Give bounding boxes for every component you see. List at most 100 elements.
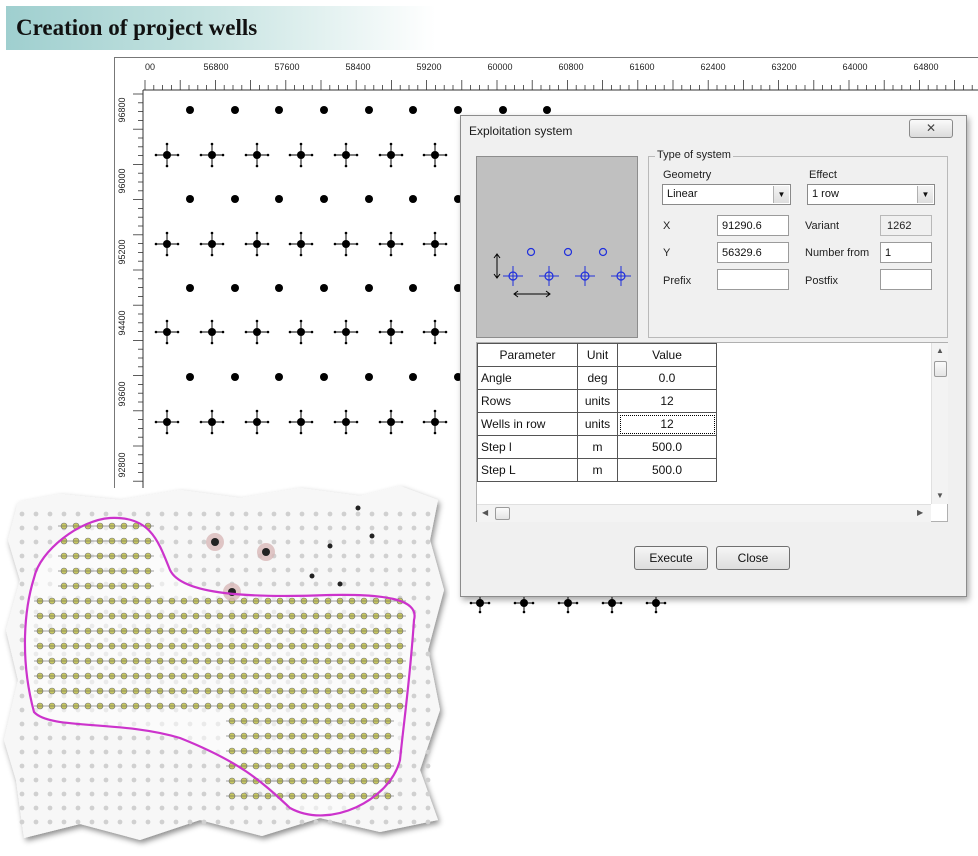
left-ruler-label: 94400 xyxy=(117,310,127,335)
injection-well[interactable] xyxy=(409,284,417,292)
injection-well[interactable] xyxy=(320,373,328,381)
postfix-label: Postfix xyxy=(805,275,839,287)
injection-well[interactable] xyxy=(231,373,239,381)
geometry-select[interactable]: Linear ▼ xyxy=(662,184,791,205)
param-value-cell-focused[interactable]: 12 xyxy=(617,412,717,436)
execute-button[interactable]: Execute xyxy=(634,546,708,570)
top-ruler-label: 60800 xyxy=(558,62,583,72)
x-field[interactable]: 91290.6 xyxy=(717,215,789,236)
production-well-icons xyxy=(503,266,631,286)
type-of-system-group: Type of system Geometry Linear ▼ Effect … xyxy=(648,149,948,338)
scroll-up-icon[interactable]: ▲ xyxy=(936,346,944,355)
column-header-unit: Unit xyxy=(577,343,618,367)
system-preview xyxy=(476,156,638,338)
y-field[interactable]: 56329.6 xyxy=(717,242,789,263)
number-from-field[interactable]: 1 xyxy=(880,242,932,263)
injection-well-icons xyxy=(526,247,608,257)
vertical-scroll-thumb[interactable] xyxy=(934,361,947,377)
vertical-scrollbar[interactable]: ▲ ▼ xyxy=(931,343,948,504)
exploitation-system-dialog: Exploitation system ✕ Type of system Geo… xyxy=(460,115,967,597)
left-ruler-label: 95200 xyxy=(117,239,127,264)
chevron-down-icon[interactable]: ▼ xyxy=(917,186,933,203)
top-ruler-label: 00 xyxy=(145,62,155,72)
production-well xyxy=(154,142,180,168)
param-value-cell[interactable]: 500.0 xyxy=(617,435,717,459)
injection-well[interactable] xyxy=(365,284,373,292)
injection-well[interactable] xyxy=(320,106,328,114)
injection-well[interactable] xyxy=(186,373,194,381)
injection-well[interactable] xyxy=(365,106,373,114)
x-label: X xyxy=(663,220,671,232)
injection-well[interactable] xyxy=(275,106,283,114)
scroll-left-icon[interactable]: ◀ xyxy=(482,508,488,517)
injection-well[interactable] xyxy=(454,106,462,114)
production-well xyxy=(244,142,270,168)
param-value-cell[interactable]: 0.0 xyxy=(617,366,717,390)
injection-well[interactable] xyxy=(409,373,417,381)
injection-well[interactable] xyxy=(320,284,328,292)
production-well xyxy=(378,142,404,168)
injection-well[interactable] xyxy=(186,195,194,203)
injection-well[interactable] xyxy=(275,284,283,292)
production-well xyxy=(333,142,359,168)
injection-well[interactable] xyxy=(543,106,551,114)
production-well xyxy=(288,231,314,257)
close-button[interactable]: Close xyxy=(716,546,790,570)
table-row: Step L m 500.0 xyxy=(477,458,717,482)
field-map-illustration xyxy=(4,486,444,840)
production-well xyxy=(288,142,314,168)
injection-well[interactable] xyxy=(499,106,507,114)
dialog-title: Exploitation system xyxy=(469,124,573,138)
injection-well[interactable] xyxy=(409,195,417,203)
param-unit: m xyxy=(577,435,618,459)
horizontal-scroll-thumb[interactable] xyxy=(495,507,510,520)
dialog-close-icon[interactable]: ✕ xyxy=(909,119,953,138)
postfix-field[interactable] xyxy=(880,269,932,290)
table-row: Wells in row units 12 xyxy=(477,412,717,436)
production-well xyxy=(378,319,404,345)
existing-well xyxy=(309,573,315,579)
existing-well xyxy=(211,538,219,546)
top-ruler-label: 63200 xyxy=(771,62,796,72)
scroll-right-icon[interactable]: ▶ xyxy=(917,508,923,517)
scroll-down-icon[interactable]: ▼ xyxy=(936,491,944,500)
number-from-label: Number from xyxy=(805,247,870,259)
horizontal-scrollbar[interactable]: ◀ ▶ xyxy=(477,504,931,522)
top-ruler-label: 64000 xyxy=(842,62,867,72)
existing-well xyxy=(369,533,375,539)
param-name: Wells in row xyxy=(477,412,578,436)
param-value-cell[interactable]: 12 xyxy=(617,389,717,413)
param-unit: deg xyxy=(577,366,618,390)
geometry-value: Linear xyxy=(667,188,698,200)
production-well xyxy=(244,231,270,257)
table-row: Step l m 500.0 xyxy=(477,435,717,459)
param-unit: units xyxy=(577,389,618,413)
injection-well[interactable] xyxy=(231,106,239,114)
effect-select[interactable]: 1 row ▼ xyxy=(807,184,935,205)
injection-well[interactable] xyxy=(186,284,194,292)
top-ruler-label: 64800 xyxy=(913,62,938,72)
top-ruler-label: 58400 xyxy=(345,62,370,72)
left-ruler-label: 96800 xyxy=(117,97,127,122)
injection-well[interactable] xyxy=(365,195,373,203)
param-name: Rows xyxy=(477,389,578,413)
injection-well[interactable] xyxy=(409,106,417,114)
injection-well[interactable] xyxy=(365,373,373,381)
param-value-cell[interactable]: 500.0 xyxy=(617,458,717,482)
injection-well[interactable] xyxy=(231,195,239,203)
injection-well[interactable] xyxy=(275,195,283,203)
injection-well[interactable] xyxy=(320,195,328,203)
production-well xyxy=(422,319,448,345)
production-well xyxy=(333,231,359,257)
injection-well[interactable] xyxy=(231,284,239,292)
prefix-field[interactable] xyxy=(717,269,789,290)
title-banner: Creation of project wells xyxy=(6,6,436,50)
chevron-down-icon[interactable]: ▼ xyxy=(773,186,789,203)
left-ruler-label: 92800 xyxy=(117,452,127,477)
effect-value: 1 row xyxy=(812,188,839,200)
effect-label: Effect xyxy=(809,169,837,181)
production-well xyxy=(244,319,270,345)
production-well xyxy=(199,231,225,257)
injection-well[interactable] xyxy=(275,373,283,381)
injection-well[interactable] xyxy=(186,106,194,114)
